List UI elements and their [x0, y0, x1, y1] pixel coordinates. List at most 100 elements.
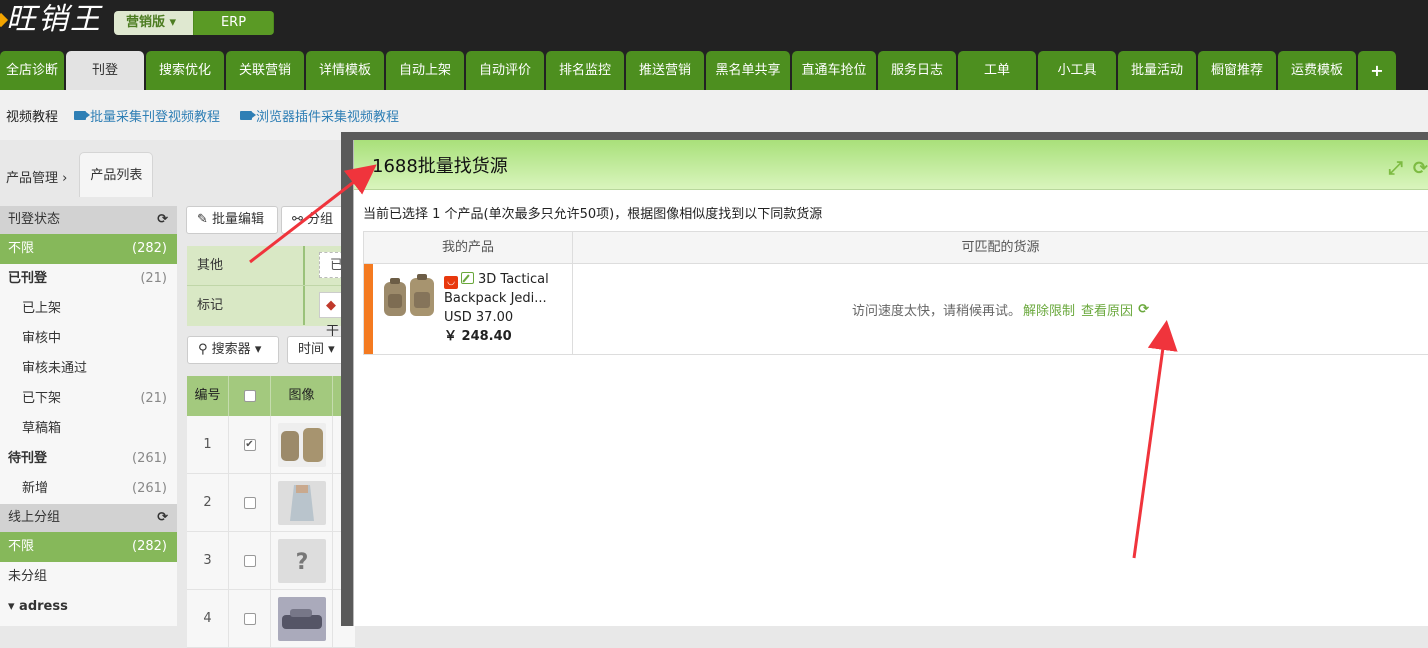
sidebar-item[interactable]: 已上架	[0, 294, 177, 324]
nav-tab-12[interactable]: 工单	[958, 51, 1036, 90]
product-grid: 编号 图像 1✔23?4	[187, 376, 355, 626]
row-checkbox[interactable]	[229, 590, 271, 647]
sidebar-item-label: 审核未通过	[22, 361, 87, 376]
match-table-header: 我的产品 可匹配的货源	[364, 232, 1428, 264]
nav-tab-6[interactable]: 自动评价	[466, 51, 544, 90]
tab-product-list[interactable]: 产品列表	[79, 152, 153, 197]
video-link-plugin[interactable]: 浏览器插件采集视频教程	[240, 106, 399, 125]
batch-edit-button[interactable]: ✎ 批量编辑	[186, 206, 278, 234]
sidebar-item[interactable]: 新增 (261)	[0, 474, 177, 504]
edition-marketing-button[interactable]: 营销版 ▾	[114, 11, 194, 35]
product-thumbnail[interactable]	[380, 272, 438, 322]
sidebar-item-count: (282)	[132, 532, 167, 562]
app-logo[interactable]: 旺销王	[0, 0, 104, 40]
product-info: ◡3D Tactical Backpack Jedi... USD 37.00 …	[444, 270, 569, 346]
modal-header-icons: ⤢⟳	[1389, 158, 1428, 179]
sidebar-item-label: 已上架	[22, 301, 61, 316]
search-filter-button[interactable]: ⚲ 搜索器 ▾	[187, 336, 279, 364]
unlock-limit-link[interactable]: 解除限制	[1023, 300, 1075, 319]
nav-tab-2[interactable]: 搜索优化	[146, 51, 224, 90]
sidebar-item[interactable]: 不限(282)	[0, 532, 177, 562]
nav-tab-17[interactable]: +	[1358, 51, 1396, 90]
sidebar-item-label: 未分组	[8, 569, 47, 584]
sidebar-item-label: 新增	[22, 481, 48, 496]
nav-tab-5[interactable]: 自动上架	[386, 51, 464, 90]
row-checkbox[interactable]	[229, 532, 271, 589]
sidebar-item[interactable]: 审核未通过	[0, 354, 177, 384]
product-list-main: ✎ 批量编辑 ⚯ 分组 其他已 标记◆ 干 ⚲ 搜索器 ▾ 时间 ▾ 编号 图像…	[185, 206, 355, 626]
edit-icon[interactable]	[461, 272, 474, 284]
row-thumbnail[interactable]	[271, 474, 333, 531]
nav-tab-1[interactable]: 刊登	[66, 51, 144, 90]
nav-tab-8[interactable]: 推送营销	[626, 51, 704, 90]
sidebar-item-label: ▾ adress	[8, 599, 68, 614]
row-marker	[364, 264, 373, 354]
edition-erp-button[interactable]: ERP	[194, 11, 274, 35]
nav-tab-14[interactable]: 批量活动	[1118, 51, 1196, 90]
table-row[interactable]: 1✔	[187, 416, 355, 474]
row-number: 3	[187, 532, 229, 589]
modal-header: 1688批量找货源 ⤢⟳	[354, 140, 1428, 190]
row-thumbnail[interactable]	[271, 416, 333, 473]
expand-icon[interactable]: ⤢	[1389, 158, 1403, 179]
row-thumbnail[interactable]	[271, 590, 333, 647]
product-list-page: 产品管理 › 产品列表 刊登状态⟳ 不限(282) 已刊登 (21) 已上架审核中审核…	[0, 140, 355, 626]
sidebar-section-listing-status: 刊登状态⟳	[0, 206, 177, 234]
sidebar-item[interactable]: ▾ adress	[0, 592, 177, 622]
product-price-cny: ￥ 248.40	[444, 327, 569, 346]
nav-tab-16[interactable]: 运费模板	[1278, 51, 1356, 90]
caret-down-icon: ▾	[170, 15, 177, 30]
filter-row-other: 其他已	[187, 246, 355, 286]
status-sidebar: 刊登状态⟳ 不限(282) 已刊登 (21) 已上架审核中审核未通过已下架(21)草稿…	[0, 206, 177, 626]
sitemap-icon: ⚯	[292, 212, 303, 227]
sidebar-item-count: (21)	[140, 264, 167, 294]
breadcrumb-root[interactable]: 产品管理 ›	[0, 164, 73, 197]
refresh-icon[interactable]: ⟳	[1413, 158, 1428, 179]
table-row[interactable]: 3?	[187, 532, 355, 590]
rate-limit-message: 访问速度太快，请稍候再试。	[852, 300, 1021, 319]
edit-icon: ✎	[197, 212, 208, 227]
col-my-product: 我的产品	[364, 232, 573, 263]
col-select-all[interactable]	[229, 376, 271, 416]
refresh-icon[interactable]: ⟳	[1138, 302, 1149, 317]
nav-tab-3[interactable]: 关联营销	[226, 51, 304, 90]
nav-tab-0[interactable]: 全店诊断	[0, 51, 64, 90]
video-link-batch[interactable]: 批量采集刊登视频教程	[74, 106, 220, 125]
caret-down-icon: ▾	[328, 342, 335, 357]
refresh-icon[interactable]: ⟳	[157, 206, 168, 234]
video-tutorial-label: 视频教程	[6, 106, 58, 125]
row-checkbox[interactable]	[229, 474, 271, 531]
nav-tab-13[interactable]: 小工具	[1038, 51, 1116, 90]
table-row[interactable]: 2	[187, 474, 355, 532]
nav-tab-4[interactable]: 详情模板	[306, 51, 384, 90]
view-reason-link[interactable]: 查看原因	[1081, 300, 1133, 319]
row-number: 4	[187, 590, 229, 647]
sidebar-item[interactable]: 审核中	[0, 324, 177, 354]
search-icon: ⚲	[198, 342, 208, 357]
nav-tab-9[interactable]: 黑名单共享	[706, 51, 790, 90]
nav-tab-10[interactable]: 直通车抢位	[792, 51, 876, 90]
refresh-icon[interactable]: ⟳	[157, 504, 168, 532]
sidebar-item[interactable]: 不限(282)	[0, 234, 177, 264]
sidebar-item-label: 待刊登	[8, 451, 47, 466]
row-checkbox[interactable]: ✔	[229, 416, 271, 473]
filter-row-tag: 标记◆ 干	[187, 286, 355, 326]
row-number: 1	[187, 416, 229, 473]
sidebar-item[interactable]: 待刊登(261)	[0, 444, 177, 474]
match-table: 我的产品 可匹配的货源 ◡3D Tactical Backpack Jedi..…	[363, 231, 1428, 355]
sidebar-item-label: 已刊登	[8, 271, 47, 286]
product-title[interactable]: 3D Tactical Backpack Jedi...	[444, 272, 549, 306]
sidebar-item[interactable]: 已下架(21)	[0, 384, 177, 414]
sidebar-item[interactable]: 已刊登 (21)	[0, 264, 177, 294]
nav-tab-15[interactable]: 橱窗推荐	[1198, 51, 1276, 90]
row-thumbnail[interactable]: ?	[271, 532, 333, 589]
col-matched-source: 可匹配的货源	[573, 232, 1428, 263]
sidebar-item[interactable]: 未分组	[0, 562, 177, 592]
sidebar-item-count: (261)	[132, 474, 167, 504]
table-row[interactable]: 4	[187, 590, 355, 648]
nav-tab-11[interactable]: 服务日志	[878, 51, 956, 90]
nav-tab-7[interactable]: 排名监控	[546, 51, 624, 90]
svg-text:?: ?	[295, 550, 308, 575]
modal-title: 1688批量找货源	[372, 152, 508, 178]
sidebar-item[interactable]: 草稿箱	[0, 414, 177, 444]
